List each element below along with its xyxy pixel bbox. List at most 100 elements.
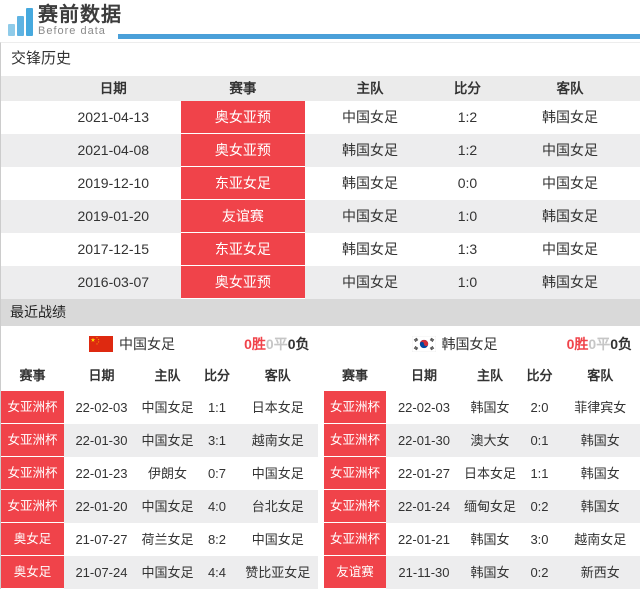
col-home: 主队 <box>476 368 503 383</box>
date-cell: 22-01-23 <box>75 466 128 481</box>
date-cell: 22-01-30 <box>75 433 128 448</box>
home-cell: 韩国女 <box>470 532 510 547</box>
home-cell: 澳大女 <box>470 433 510 448</box>
away-cell: 中国女足 <box>251 466 304 481</box>
recent-section-title: 最近战绩 <box>1 299 640 326</box>
date-cell: 21-11-30 <box>398 565 450 580</box>
h2h-competition-badge: 友谊赛 <box>180 200 306 233</box>
home-cell: 中国女足 <box>141 433 194 448</box>
korea-recent-table: 赛事 日期 主队 比分 客队 女亚洲杯 22-02-03 韩国女 2:0 菲律宾… <box>323 361 640 589</box>
away-cell: 越南女足 <box>574 532 627 547</box>
away-cell: 越南女足 <box>251 433 304 448</box>
china-record: 0胜0平0负 <box>244 334 309 354</box>
h2h-table-row: 2016-03-07 奥女亚预 中国女足 1:0 韩国女足 <box>1 266 640 299</box>
col-date: 日期 <box>88 368 115 383</box>
col-score: 比分 <box>526 368 553 383</box>
col-competition: 赛事 <box>341 368 368 383</box>
competition-badge: 女亚洲杯 <box>323 424 387 457</box>
h2h-table-row: 2021-04-08 奥女亚预 韩国女足 1:2 中国女足 <box>1 134 640 167</box>
h2h-table-row: 2019-01-20 友谊赛 中国女足 1:0 韩国女足 <box>1 200 640 233</box>
away-cell: 韩国女 <box>580 466 620 481</box>
col-date: 日期 <box>410 368 437 383</box>
korea-table-row: 女亚洲杯 22-01-27 日本女足 1:1 韩国女 <box>323 457 640 490</box>
china-losses: 0负 <box>287 335 310 352</box>
korea-table-row: 女亚洲杯 22-01-21 韩国女 3:0 越南女足 <box>323 523 640 556</box>
home-cell: 日本女足 <box>463 466 516 481</box>
china-table-row: 女亚洲杯 22-01-30 中国女足 3:1 越南女足 <box>1 424 318 457</box>
competition-badge: 友谊赛 <box>323 556 387 589</box>
away-cell: 日本女足 <box>251 400 304 415</box>
h2h-col-home: 主队 <box>356 81 384 96</box>
home-cell: 荷兰女足 <box>141 532 194 547</box>
h2h-score-cell: 1:2 <box>457 109 478 125</box>
korea-record: 0胜0平0负 <box>567 334 632 354</box>
korea-table-body: 女亚洲杯 22-02-03 韩国女 2:0 菲律宾女 女亚洲杯 22-01-30… <box>323 391 640 589</box>
bar-chart-logo-icon <box>8 6 33 37</box>
china-table-row: 奥女足 21-07-27 荷兰女足 8:2 中国女足 <box>1 523 318 556</box>
away-cell: 菲律宾女 <box>574 400 627 415</box>
h2h-col-away: 客队 <box>556 81 584 96</box>
h2h-date-cell: 2016-03-07 <box>77 274 150 290</box>
recent-panel-korea: 韩国女足 0胜0平0负 赛事 日期 主队 比分 客队 女亚洲杯 22-02-03… <box>323 326 640 589</box>
competition-badge: 奥女足 <box>1 556 64 589</box>
date-cell: 22-01-30 <box>397 433 450 448</box>
competition-badge: 女亚洲杯 <box>1 490 64 523</box>
china-table-row: 女亚洲杯 22-01-20 中国女足 4:0 台北女足 <box>1 490 318 523</box>
score-cell: 8:2 <box>207 532 227 547</box>
date-cell: 22-01-24 <box>397 499 450 514</box>
score-cell: 4:4 <box>207 565 227 580</box>
date-cell: 21-07-24 <box>75 565 128 580</box>
home-cell: 中国女足 <box>141 499 194 514</box>
china-table-body: 女亚洲杯 22-02-03 中国女足 1:1 日本女足 女亚洲杯 22-01-3… <box>1 391 318 589</box>
score-cell: 1:1 <box>207 400 227 415</box>
h2h-date-cell: 2021-04-13 <box>77 109 150 125</box>
competition-badge: 女亚洲杯 <box>323 490 387 523</box>
h2h-competition-badge: 东亚女足 <box>180 167 306 200</box>
competition-badge: 女亚洲杯 <box>1 424 64 457</box>
h2h-away-cell: 韩国女足 <box>542 109 598 125</box>
header-accent-line <box>118 34 640 39</box>
home-cell: 中国女足 <box>141 565 194 580</box>
site-logo[interactable]: 赛前数据 Before data <box>8 5 122 37</box>
h2h-table-row: 2017-12-15 东亚女足 韩国女足 1:3 中国女足 <box>1 233 640 266</box>
korea-losses: 0负 <box>610 335 632 352</box>
home-cell: 韩国女 <box>470 565 510 580</box>
china-wins: 0胜 <box>244 335 266 352</box>
korea-table-row: 友谊赛 21-11-30 韩国女 0:2 新西女 <box>323 556 640 589</box>
score-cell: 3:0 <box>530 532 549 547</box>
china-team-row: 中国女足 0胜0平0负 <box>1 326 318 361</box>
logo-text: 赛前数据 Before data <box>38 5 122 37</box>
col-competition: 赛事 <box>19 368 46 383</box>
h2h-table-row: 2021-04-13 奥女亚预 中国女足 1:2 韩国女足 <box>1 101 640 134</box>
recent-panels: 中国女足 0胜0平0负 赛事 日期 主队 比分 客队 女亚洲杯 22-02-03… <box>1 326 640 589</box>
h2h-header-row: 日期 赛事 主队 比分 客队 <box>1 76 640 101</box>
away-cell: 新西女 <box>580 565 620 580</box>
col-home: 主队 <box>154 368 181 383</box>
competition-badge: 女亚洲杯 <box>323 457 387 490</box>
home-cell: 伊朗女 <box>147 466 187 481</box>
h2h-date-cell: 2019-12-10 <box>77 175 150 191</box>
h2h-competition-badge: 奥女亚预 <box>180 134 306 167</box>
h2h-home-cell: 韩国女足 <box>341 175 398 191</box>
home-cell: 韩国女 <box>470 400 510 415</box>
h2h-home-cell: 中国女足 <box>341 274 398 290</box>
away-cell: 赞比亚女足 <box>245 565 311 580</box>
h2h-section-title: 交锋历史 <box>1 43 640 76</box>
h2h-away-cell: 中国女足 <box>542 175 598 191</box>
page: 赛前数据 Before data 交锋历史 日期 赛事 主队 比分 客队 202… <box>0 0 640 589</box>
china-table-header: 赛事 日期 主队 比分 客队 <box>1 361 318 391</box>
score-cell: 3:1 <box>207 433 227 448</box>
score-cell: 0:1 <box>530 433 549 448</box>
h2h-competition-badge: 东亚女足 <box>180 233 306 266</box>
korea-team-row: 韩国女足 0胜0平0负 <box>323 326 640 361</box>
competition-badge: 女亚洲杯 <box>323 523 387 556</box>
korea-draws: 0平 <box>588 335 611 352</box>
h2h-score-cell: 1:0 <box>457 208 478 224</box>
home-cell: 中国女足 <box>141 400 194 415</box>
h2h-home-cell: 韩国女足 <box>341 241 398 257</box>
home-cell: 缅甸女足 <box>463 499 516 514</box>
h2h-home-cell: 中国女足 <box>341 208 398 224</box>
korea-table-header: 赛事 日期 主队 比分 客队 <box>323 361 640 391</box>
competition-badge: 女亚洲杯 <box>1 457 64 490</box>
away-cell: 韩国女 <box>580 433 620 448</box>
